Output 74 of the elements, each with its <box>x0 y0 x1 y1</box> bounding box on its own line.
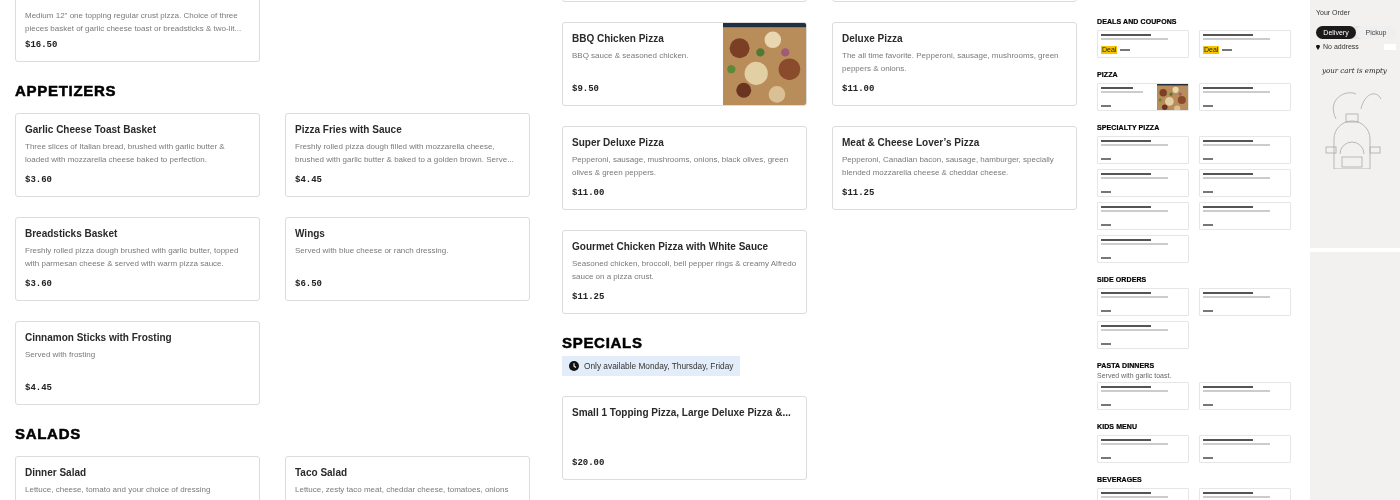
item-price: $16.50 <box>25 40 58 51</box>
menu-card-thumbnail[interactable] <box>1097 83 1189 111</box>
item-description: Seasoned chicken, broccoli, bell pepper rings & creamy Alfredo sauce on a pizza crust. <box>572 258 797 283</box>
menu-card-thumbnail[interactable] <box>1199 136 1291 164</box>
item-description: Served with blue cheese or ranch dressing. <box>295 245 449 257</box>
item-description: BBQ sauce & seasoned chicken. <box>572 50 689 62</box>
notice-text: Only available Monday, Thursday, Friday <box>584 361 734 371</box>
item-title: Small 1 Topping Pizza, Large Deluxe Pizza &... <box>572 407 791 419</box>
item-description: Lettuce, cheese, tomato and your choice of dressing <box>25 484 211 496</box>
item-price: $6.50 <box>295 279 322 290</box>
item-price: $11.25 <box>842 188 875 199</box>
menu-card[interactable]: Pizza Fries with Sauce Freshly rolled pizza dough filled with mozzarella cheese, brushed with garlic butter & baked to a golden brown. Serve... $4.45 <box>285 113 530 197</box>
menu-card[interactable]: Deluxe Pizza The all time favorite. Pepperoni, sausage, mushrooms, green peppers & onions. $11.00 <box>832 22 1077 106</box>
item-title: Meat & Cheese Lover’s Pizza <box>842 137 980 149</box>
item-price: $20.00 <box>572 458 605 469</box>
item-price: $4.45 <box>295 175 322 186</box>
menu-card[interactable]: Taco Salad Lettuce, zesty taco meat, cheddar cheese, tomatoes, onions <box>285 456 530 500</box>
menu-card-thumbnail[interactable] <box>1097 136 1189 164</box>
item-price: $11.00 <box>572 188 605 199</box>
item-price: $9.50 <box>572 84 599 95</box>
item-title: Super Deluxe Pizza <box>572 137 664 149</box>
item-description: Freshly rolled pizza dough brushed with garlic butter, topped with parmesan cheese & served with warm pizza sauce. <box>25 245 240 270</box>
menu-card-thumbnail[interactable] <box>1097 288 1189 316</box>
item-price: $11.25 <box>572 292 605 303</box>
location-pin-icon <box>1316 44 1320 50</box>
item-title: Dinner Salad <box>25 467 87 479</box>
item-description: Pepperoni, sausage, mushrooms, onions, black olives, green olives & green peppers. <box>572 154 790 179</box>
item-description: Served with frosting <box>25 349 96 361</box>
item-title: Taco Salad <box>295 467 348 479</box>
menu-card-thumbnail[interactable] <box>1199 169 1291 197</box>
menu-card[interactable]: Dinner Salad Lettuce, cheese, tomato and your choice of dressing <box>15 456 260 500</box>
menu-card[interactable]: Small 1 Topping Pizza, Large Deluxe Pizza &... $20.00 <box>562 396 807 480</box>
menu-card-thumbnail[interactable] <box>1199 83 1291 111</box>
menu-card-thumbnail[interactable] <box>1097 235 1189 263</box>
menu-card-thumbnail[interactable] <box>1199 435 1291 463</box>
menu-card[interactable]: Meat & Cheese Lover’s Pizza Pepperoni, Canadian bacon, sausage, hamburger, specially blended mozzarella cheese & cheddar cheese. $11.25 <box>832 126 1077 210</box>
item-description: Lettuce, zesty taco meat, cheddar cheese, tomatoes, onions <box>295 484 509 496</box>
menu-card[interactable]: Medium 12" one topping regular crust pizza. Choice of three pieces basket of garlic cheese toast or breadsticks & two-lit... $16.50 <box>15 0 260 62</box>
menu-card-thumbnail[interactable] <box>1199 202 1291 230</box>
menu-card-thumbnail[interactable] <box>1097 202 1189 230</box>
menu-card[interactable]: Wings Served with blue cheese or ranch dressing. $6.50 <box>285 217 530 301</box>
item-title: BBQ Chicken Pizza <box>572 33 664 45</box>
menu-card[interactable]: Cinnamon Sticks with Frosting Served with frosting $4.45 <box>15 321 260 405</box>
section-heading: SALADS <box>15 425 81 443</box>
menu-card[interactable]: Garlic Cheese Toast Basket Three slices of Italian bread, brushed with garlic butter & loaded with mozzarella cheese baked to perfection. $3.60 <box>15 113 260 197</box>
item-title: Garlic Cheese Toast Basket <box>25 124 156 136</box>
item-description: Three slices of Italian bread, brushed with garlic butter & loaded with mozzarella cheese baked to perfection. <box>25 141 226 166</box>
item-description: Pepperoni, Canadian bacon, sausage, hamburger, specially blended mozzarella cheese & cheddar cheese. <box>842 154 1055 179</box>
menu-card[interactable]: Super Deluxe Pizza Pepperoni, sausage, mushrooms, onions, black olives, green olives & green peppers. $11.00 <box>562 126 807 210</box>
item-title: Breadsticks Basket <box>25 228 118 240</box>
item-price: $4.45 <box>25 383 52 394</box>
item-description: The all time favorite. Pepperoni, sausage, mushrooms, green peppers & onions. <box>842 50 1060 75</box>
section-heading: APPETIZERS <box>15 82 117 100</box>
item-title: Cinnamon Sticks with Frosting <box>25 332 172 344</box>
menu-card-thumbnail[interactable] <box>1199 288 1291 316</box>
item-price: $3.60 <box>25 175 52 186</box>
menu-card-thumbnail[interactable] <box>1199 382 1291 410</box>
item-price: $3.60 <box>25 279 52 290</box>
item-title: Deluxe Pizza <box>842 33 903 45</box>
item-title: Pizza Fries with Sauce <box>295 124 402 136</box>
item-title: Wings <box>295 228 325 240</box>
clock-icon <box>569 361 579 371</box>
menu-card-thumbnail[interactable] <box>1097 382 1189 410</box>
menu-card-thumbnail[interactable] <box>1097 435 1189 463</box>
menu-card[interactable]: Gourmet Chicken Pizza with White Sauce Seasoned chicken, broccoli, bell pepper rings & creamy Alfredo sauce on a pizza crust. $11.25 <box>562 230 807 314</box>
item-title: Gourmet Chicken Pizza with White Sauce <box>572 241 769 253</box>
section-heading: SPECIALS <box>562 334 643 352</box>
menu-card-thumbnail[interactable] <box>1097 169 1189 197</box>
menu-card[interactable]: Breadsticks Basket Freshly rolled pizza dough brushed with garlic butter, topped with parmesan cheese & served with warm pizza sauce. $3.60 <box>15 217 260 301</box>
menu-card-thumbnail[interactable] <box>1097 321 1189 349</box>
item-price: $11.00 <box>842 84 875 95</box>
item-description: Freshly rolled pizza dough filled with mozzarella cheese, brushed with garlic butter & baked to a golden brown. Serve... <box>295 141 515 166</box>
menu-card[interactable]: BBQ Chicken Pizza BBQ sauce & seasoned chicken. $9.50 <box>562 22 807 106</box>
item-description: Medium 12" one topping regular crust pizza. Choice of three pieces basket of garlic cheese toast or breadsticks & two-lit... <box>25 10 243 35</box>
